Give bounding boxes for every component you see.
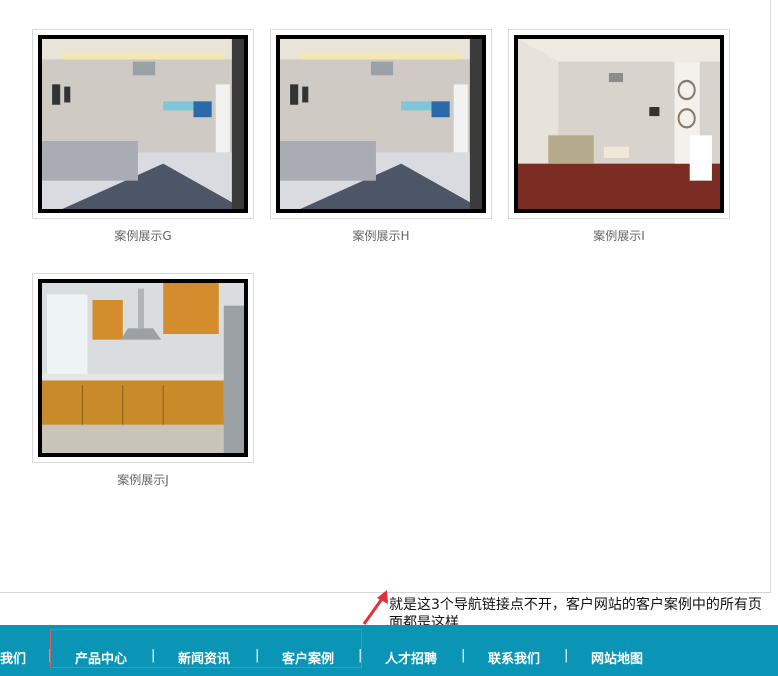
highlight-box bbox=[50, 629, 362, 668]
case-card-h[interactable]: 案例展示H bbox=[270, 29, 492, 244]
case-thumbnail[interactable] bbox=[32, 29, 254, 219]
living-room-image bbox=[518, 39, 720, 209]
nav-separator: | bbox=[564, 648, 569, 663]
case-card-j[interactable]: 案例展示J bbox=[32, 273, 254, 488]
nav-item-sitemap[interactable]: 网站地图 bbox=[591, 648, 643, 667]
nav-item-careers[interactable]: 人才招聘 bbox=[385, 648, 437, 667]
nav-item-about[interactable]: 我们 bbox=[0, 648, 26, 667]
case-thumbnail[interactable] bbox=[32, 273, 254, 463]
case-thumbnail[interactable] bbox=[270, 29, 492, 219]
kitchen-image bbox=[42, 283, 244, 453]
case-card-i[interactable]: 案例展示I bbox=[508, 29, 730, 244]
case-caption[interactable]: 案例展示G bbox=[32, 227, 254, 244]
nav-separator: | bbox=[461, 648, 466, 663]
case-thumbnail[interactable] bbox=[508, 29, 730, 219]
annotation-arrow-icon bbox=[362, 590, 388, 625]
case-caption[interactable]: 案例展示H bbox=[270, 227, 492, 244]
case-caption[interactable]: 案例展示I bbox=[508, 227, 730, 244]
case-caption[interactable]: 案例展示J bbox=[32, 471, 254, 488]
content-area: 案例展示G 案例展示H 案例展示I 案例展示J bbox=[0, 0, 771, 593]
living-room-image bbox=[42, 39, 244, 209]
living-room-image bbox=[280, 39, 482, 209]
nav-item-contact[interactable]: 联系我们 bbox=[488, 648, 540, 667]
case-card-g[interactable]: 案例展示G bbox=[32, 29, 254, 244]
